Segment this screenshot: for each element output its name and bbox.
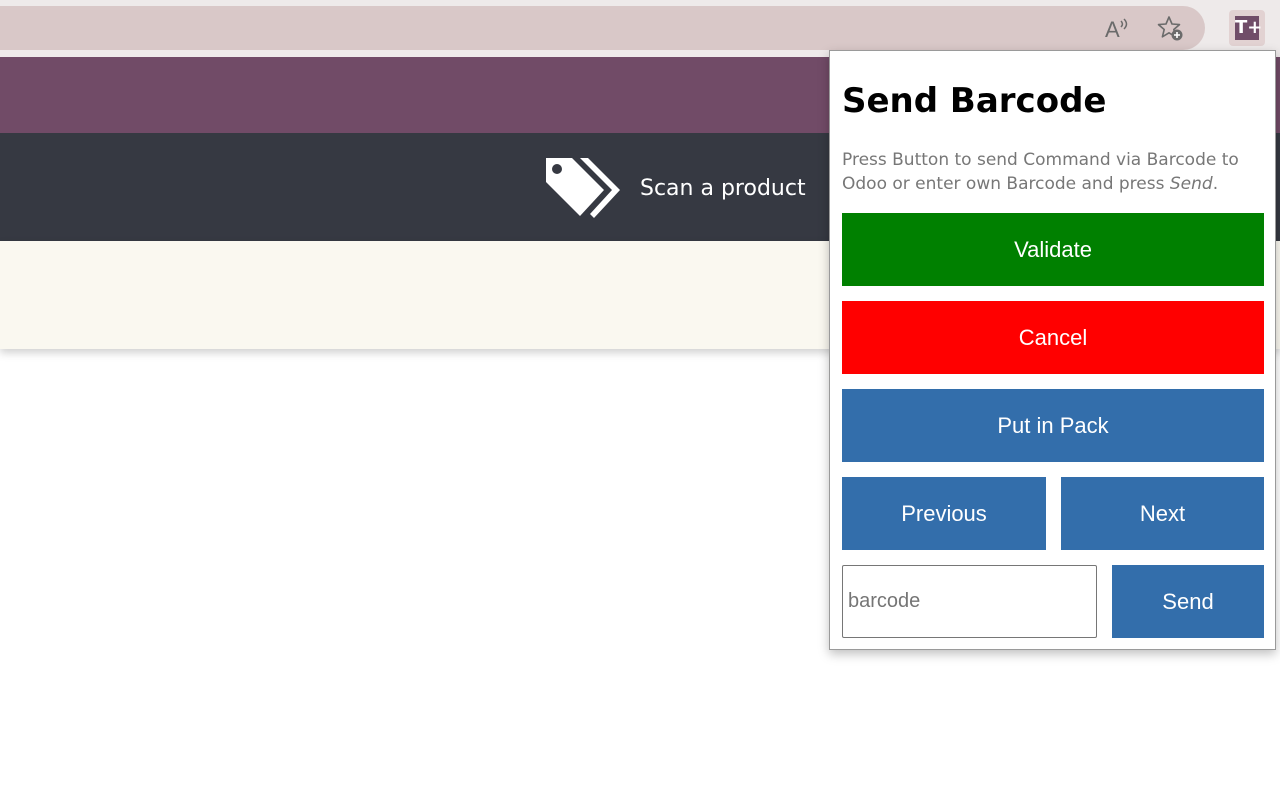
- extension-logo-text: T+: [1235, 17, 1263, 38]
- scan-product-label: Scan a product: [640, 176, 806, 201]
- send-button[interactable]: Send: [1112, 565, 1264, 638]
- popup-description: Press Button to send Command via Barcode…: [842, 148, 1270, 196]
- browser-toolbar: A T+: [0, 0, 1280, 57]
- read-aloud-icon[interactable]: A: [1098, 10, 1134, 46]
- tags-icon: [546, 158, 620, 218]
- send-barcode-popup: Send Barcode Press Button to send Comman…: [829, 50, 1276, 650]
- add-favorite-icon[interactable]: [1152, 10, 1188, 46]
- popup-title: Send Barcode: [842, 81, 1107, 121]
- svg-text:A: A: [1105, 17, 1120, 42]
- cancel-button[interactable]: Cancel: [842, 301, 1264, 374]
- validate-button[interactable]: Validate: [842, 213, 1264, 286]
- barcode-input[interactable]: [842, 565, 1097, 638]
- previous-button[interactable]: Previous: [842, 477, 1046, 550]
- extension-logo: T+: [1235, 16, 1263, 40]
- put-in-pack-button[interactable]: Put in Pack: [842, 389, 1264, 462]
- next-button[interactable]: Next: [1061, 477, 1264, 550]
- description-send-em: Send: [1169, 174, 1213, 194]
- description-end: .: [1212, 174, 1219, 194]
- address-bar[interactable]: [0, 6, 1205, 50]
- extension-icon[interactable]: T+: [1229, 10, 1265, 46]
